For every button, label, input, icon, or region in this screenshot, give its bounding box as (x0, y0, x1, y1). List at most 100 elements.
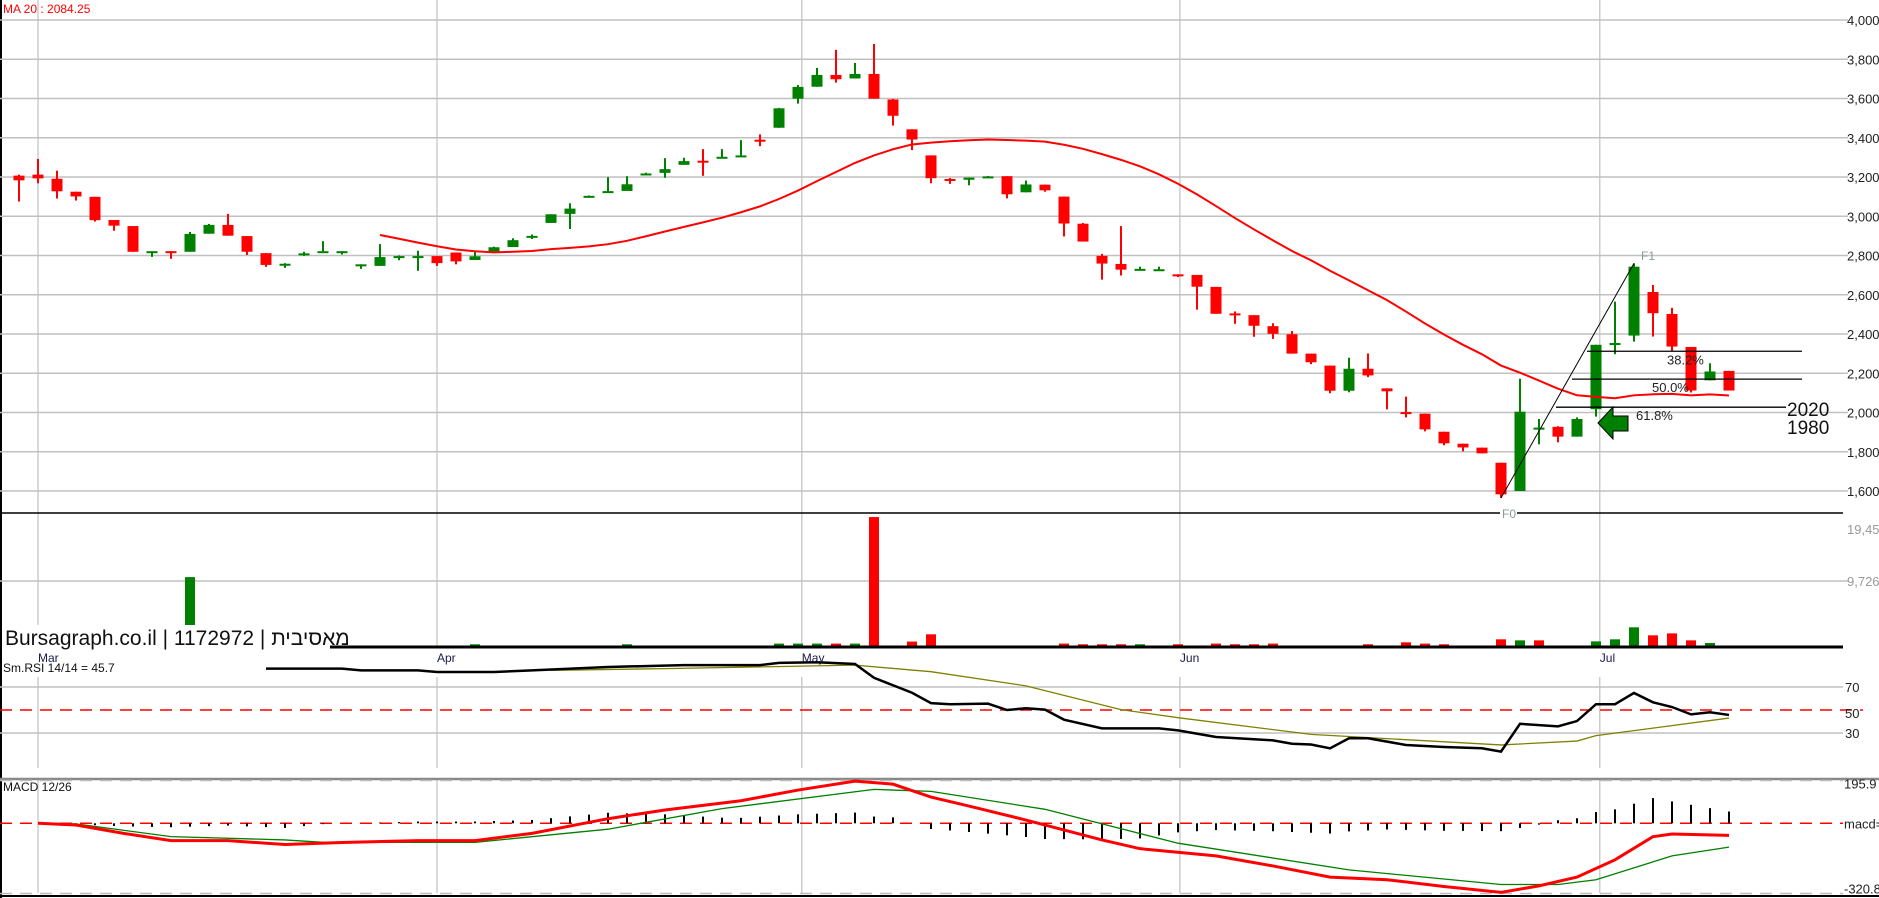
candle-body (1362, 368, 1374, 376)
price-axis-label: 3,400 (1847, 131, 1879, 146)
candle (1229, 311, 1241, 324)
candle-body (1571, 418, 1583, 437)
volume-panel (185, 517, 1843, 649)
price-axis-label: 3,800 (1847, 52, 1879, 67)
candle-body (944, 178, 956, 181)
candle (1400, 396, 1412, 418)
candle (697, 149, 709, 176)
candle-body (1286, 334, 1298, 354)
candle-body (89, 196, 101, 221)
candle (13, 174, 25, 202)
gridlines (0, 0, 1879, 898)
volume-axis-label: 19,453 (1847, 522, 1879, 537)
month-label: Apr (437, 651, 456, 665)
price-axis-label: 4,000 (1847, 13, 1879, 28)
volume-bar (1648, 635, 1658, 647)
candle-body (1191, 274, 1203, 287)
candle (1514, 378, 1526, 491)
candle-body (51, 178, 63, 192)
candle (127, 226, 139, 252)
month-label: Jul (1600, 651, 1615, 665)
price-axis-label: 2,800 (1847, 249, 1879, 264)
candle (431, 256, 443, 266)
candle-body (659, 169, 671, 173)
fib-f0-label: F0 (1502, 507, 1516, 521)
candle-body (716, 156, 728, 159)
fib-level-label: 61.8% (1636, 408, 1673, 423)
macd-signal-line (37, 788, 1730, 886)
rsi-axis-label: 30 (1845, 726, 1859, 741)
candle (260, 253, 272, 267)
candle (811, 67, 823, 87)
candle-body (1400, 412, 1412, 415)
candle-body (1381, 388, 1393, 392)
candle-body (1723, 370, 1735, 391)
candle-body (906, 129, 918, 140)
candle (963, 177, 975, 186)
candle-body (355, 264, 367, 267)
candle (773, 107, 785, 128)
candle (1134, 266, 1146, 271)
candle-body (298, 253, 310, 256)
candle-body (431, 256, 443, 264)
price-axis-label: 2,200 (1847, 366, 1879, 381)
candle (887, 98, 899, 126)
price-axis-label: 1,800 (1847, 445, 1879, 460)
candle-body (602, 191, 614, 194)
candle-body (925, 155, 937, 179)
rsi-line (266, 661, 1730, 754)
macd-panel (37, 779, 1730, 894)
watermark-text: Bursagraph.co.il | 1172972 | מאסיבית (5, 627, 350, 650)
candle-body (773, 108, 785, 128)
candle-body (70, 191, 82, 197)
candle-body (1229, 313, 1241, 316)
candle (393, 255, 405, 261)
fib-level-label: 50.0% (1652, 380, 1689, 395)
candle-body (640, 173, 652, 176)
candle-body (678, 161, 690, 165)
candle (1552, 426, 1564, 443)
candle-body (127, 226, 139, 252)
candle (545, 214, 557, 223)
candle (1343, 357, 1355, 393)
candle (1457, 443, 1469, 452)
candle-body (393, 256, 405, 259)
candle-body (317, 251, 329, 254)
rsi-axis-label: 70 (1845, 680, 1859, 695)
price-axis-label: 2,000 (1847, 406, 1879, 421)
macd-line (37, 779, 1730, 894)
candle-body (1419, 413, 1431, 430)
labels: 4,000 3,800 3,600 3,400 3,200 3,000 2,800 2,600… (3, 2, 1879, 896)
candle (1305, 353, 1317, 365)
candle (735, 140, 747, 158)
candle-body (146, 251, 158, 254)
candle (1666, 307, 1678, 352)
candle-body (1020, 184, 1032, 193)
candle (1324, 365, 1336, 394)
price-axis-label: 3,600 (1847, 92, 1879, 107)
candle-body (545, 214, 557, 223)
candle (32, 158, 44, 184)
candle-body (1134, 268, 1146, 271)
price-axis-label: 2,400 (1847, 327, 1879, 342)
candle-body (982, 176, 994, 179)
candle (944, 177, 956, 184)
candle-body (697, 160, 709, 163)
candle-body (32, 174, 44, 179)
candle (754, 134, 766, 147)
candle-body (1514, 411, 1526, 491)
candle-body (507, 240, 519, 248)
candle (659, 158, 671, 178)
candle (1153, 266, 1165, 272)
candle-body (1609, 343, 1621, 346)
fib-level-label: 38.2% (1667, 352, 1704, 367)
price-axis-label: 3,200 (1847, 170, 1879, 185)
candle-body (1324, 365, 1336, 391)
ma-label: MA 20 : 2084.25 (3, 2, 91, 16)
candle-body (1077, 223, 1089, 242)
candle-body (849, 73, 861, 79)
candle (1438, 431, 1450, 446)
month-label: May (802, 651, 825, 665)
candle (1495, 462, 1507, 499)
candle-body (1267, 326, 1279, 334)
